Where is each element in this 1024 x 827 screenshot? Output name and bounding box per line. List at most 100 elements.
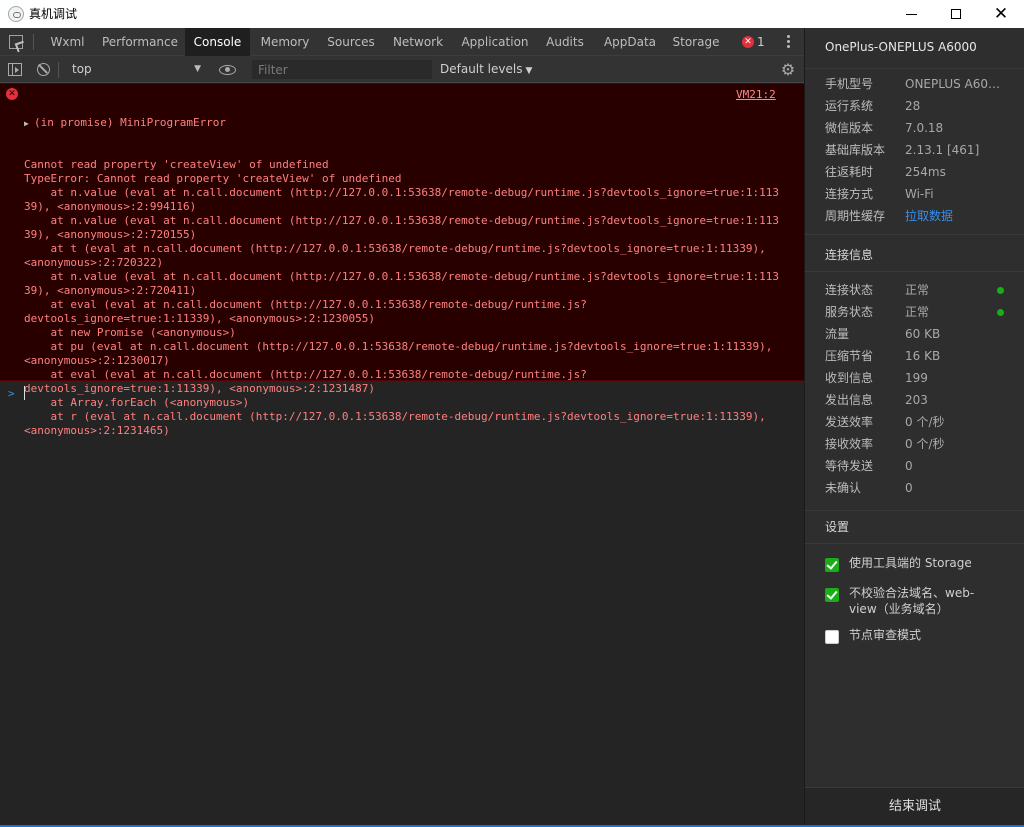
inspect-element-icon[interactable]: [9, 35, 23, 49]
info-row: 连接方式 Wi-Fi: [825, 183, 1015, 205]
info-label: 运行系统: [825, 99, 874, 113]
close-button[interactable]: ✕: [978, 0, 1024, 28]
tab-application[interactable]: Application: [454, 28, 536, 56]
stack-line: at n.value (eval at n.call.document (htt…: [24, 186, 779, 199]
tab-sources[interactable]: Sources: [320, 28, 382, 56]
show-sidebar-icon[interactable]: [8, 63, 22, 76]
window-title: 真机调试: [29, 7, 78, 21]
error-badge-icon[interactable]: ✕: [742, 36, 754, 48]
info-row: 周期性缓存 拉取数据: [825, 205, 1015, 227]
maximize-button[interactable]: [933, 0, 979, 28]
live-expression-eye-icon[interactable]: [219, 65, 236, 75]
info-value: ONEPLUS A6000...: [905, 77, 1005, 91]
stack-line: at n.value (eval at n.call.document (htt…: [24, 214, 779, 227]
minimize-button[interactable]: [888, 0, 934, 28]
tab-network[interactable]: Network: [382, 28, 454, 56]
info-label: 等待发送: [825, 459, 874, 473]
info-label: 流量: [825, 327, 850, 341]
gear-icon[interactable]: ⚙: [780, 62, 796, 78]
info-value: 16 KB: [905, 349, 941, 363]
tab-memory[interactable]: Memory: [250, 28, 320, 56]
console-input-caret[interactable]: [24, 386, 25, 400]
info-label: 往返耗时: [825, 165, 874, 179]
divider: [805, 510, 1024, 511]
info-value: 2.13.1 [461]: [905, 143, 980, 157]
tab-appdata[interactable]: AppData: [594, 28, 666, 56]
log-levels-dropdown[interactable]: Default levels ▼: [440, 60, 532, 79]
info-row: 连接状态 正常: [825, 279, 1015, 301]
settings-checkbox-label[interactable]: 节点审查模式: [849, 627, 999, 643]
settings-checkbox[interactable]: [825, 558, 839, 572]
log-levels-label: Default levels: [440, 62, 523, 76]
info-row: 基础库版本 2.13.1 [461]: [825, 139, 1015, 161]
more-menu-icon[interactable]: [782, 34, 794, 50]
info-row: 手机型号 ONEPLUS A6000...: [825, 73, 1015, 95]
info-label: 发出信息: [825, 393, 874, 407]
info-label: 收到信息: [825, 371, 874, 385]
info-value: 正常: [905, 305, 930, 319]
settings-checkbox[interactable]: [825, 588, 839, 602]
fetch-data-link[interactable]: 拉取数据: [905, 205, 1005, 227]
chevron-down-icon: ▼: [194, 64, 201, 74]
error-header-line[interactable]: ▶ (in promise) MiniProgramError: [24, 116, 784, 130]
tab-audits[interactable]: Audits: [536, 28, 594, 56]
info-label: 发送效率: [825, 415, 874, 429]
info-label: 连接方式: [825, 187, 874, 201]
stack-line: <anonymous>:2:1230017): [24, 354, 170, 367]
info-label: 周期性缓存: [825, 209, 886, 223]
info-label: 连接状态: [825, 283, 874, 297]
info-value: 7.0.18: [905, 121, 944, 135]
tab-storage[interactable]: Storage: [666, 28, 726, 56]
info-row: 等待发送 0: [825, 455, 1015, 477]
stack-line: at Array.forEach (<anonymous>): [24, 396, 250, 409]
status-dot-icon: [997, 309, 1004, 316]
context-select[interactable]: top ▼: [66, 60, 206, 79]
stack-line: TypeError: Cannot read property 'createV…: [24, 172, 402, 185]
toolbar-separator: [58, 62, 59, 78]
clear-console-icon[interactable]: [37, 63, 50, 76]
info-value: 0: [905, 481, 913, 495]
settings-checkbox-label[interactable]: 使用工具端的 Storage: [849, 555, 999, 571]
info-row: 流量 60 KB: [825, 323, 1015, 345]
stack-line: <anonymous>:2:720322): [24, 256, 164, 269]
settings-checkbox-label[interactable]: 不校验合法域名、web-view（业务域名）: [849, 585, 999, 617]
close-icon: ✕: [993, 3, 1009, 24]
stack-line: devtools_ignore=true:1:11339), <anonymou…: [24, 312, 375, 325]
chevron-down-icon: ▼: [525, 66, 533, 76]
error-header: (in promise) MiniProgramError: [34, 116, 227, 129]
devtools-tabbar: Wxml Performance Console Memory Sources Netwo…: [0, 28, 804, 56]
expand-triangle-icon[interactable]: ▶: [24, 117, 34, 131]
error-count[interactable]: 1: [757, 28, 765, 56]
tab-performance[interactable]: Performance: [95, 28, 185, 56]
stack-line: Cannot read property 'createView' of und…: [24, 158, 329, 171]
stack-line: at t (eval at n.call.document (http://12…: [24, 242, 766, 255]
stack-line: devtools_ignore=true:1:11339), <anonymou…: [24, 382, 375, 395]
stack-line: <anonymous>:2:1231465): [24, 424, 170, 437]
end-debug-button[interactable]: 结束调试: [805, 787, 1024, 827]
info-value: Wi-Fi: [905, 187, 934, 201]
info-value: 60 KB: [905, 327, 941, 341]
minimize-icon: [905, 13, 917, 15]
device-name: OnePlus-ONEPLUS A6000: [825, 40, 977, 54]
settings-checkbox[interactable]: [825, 630, 839, 644]
info-row: 发送效率 0 个/秒: [825, 411, 1015, 433]
error-stack: ▶ (in promise) MiniProgramError Cannot re…: [24, 88, 784, 438]
info-value: 0 个/秒: [905, 415, 945, 429]
info-row: 收到信息 199: [825, 367, 1015, 389]
tab-separator: [33, 34, 34, 50]
info-label: 基础库版本: [825, 143, 886, 157]
stack-line: at eval (eval at n.call.document (http:/…: [24, 298, 587, 311]
info-label: 未确认: [825, 481, 862, 495]
stack-line: at pu (eval at n.call.document (http://1…: [24, 340, 773, 353]
stack-line: at eval (eval at n.call.document (http:/…: [24, 368, 587, 381]
console-output[interactable]: ✕ VM21:2 ▶ (in promise) MiniProgramError …: [0, 83, 804, 827]
info-value: 0 个/秒: [905, 437, 945, 451]
filter-input[interactable]: [252, 60, 432, 79]
tab-console[interactable]: Console: [185, 28, 250, 56]
info-label: 服务状态: [825, 305, 874, 319]
tab-wxml[interactable]: Wxml: [40, 28, 95, 56]
info-row: 往返耗时 254ms: [825, 161, 1015, 183]
stack-line: at n.value (eval at n.call.document (htt…: [24, 270, 779, 283]
info-row: 微信版本 7.0.18: [825, 117, 1015, 139]
maximize-icon: [951, 9, 961, 19]
